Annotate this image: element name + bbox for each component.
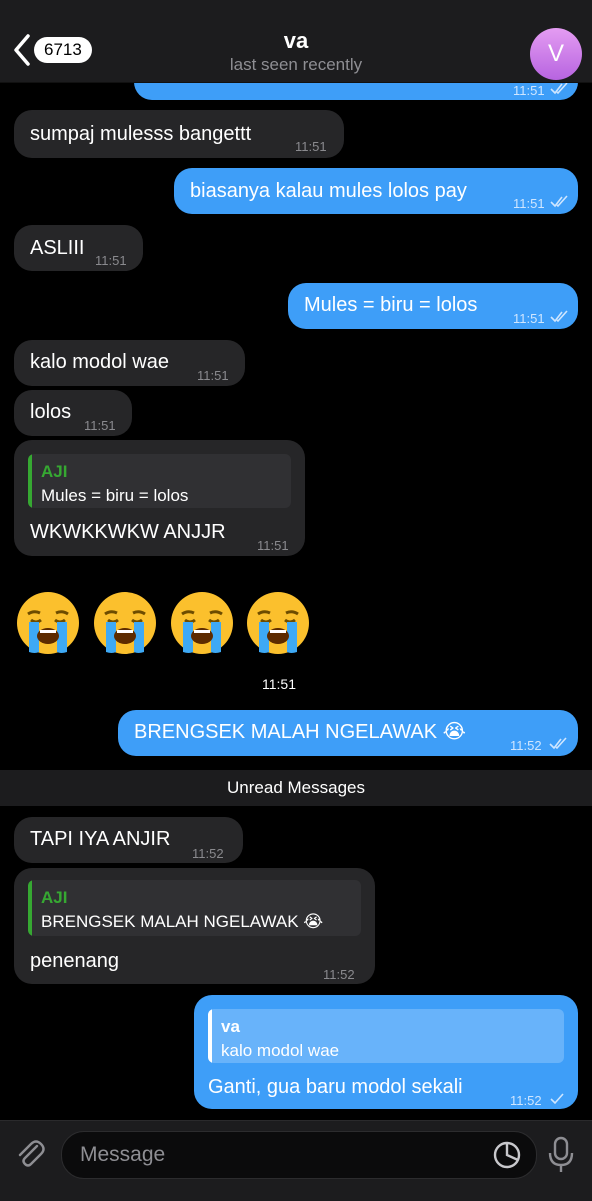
message-time: 11:51	[513, 311, 545, 326]
read-ticks-icon	[550, 195, 568, 208]
chat-header: 6713 va last seen recently V	[0, 0, 592, 83]
reply-accent-bar	[208, 1009, 212, 1063]
message-time: 11:51	[295, 139, 327, 154]
chat-status: last seen recently	[229, 55, 363, 74]
reply-sender-name: AJI	[41, 888, 68, 907]
chat-title[interactable]: va	[0, 28, 592, 54]
message-bubble-outgoing[interactable]: BRENGSEK MALAH NGELAWAK 😭 11:52	[118, 710, 578, 756]
message-input[interactable]: Message	[61, 1131, 537, 1179]
message-time: 11:52	[192, 846, 224, 861]
message-input-bar: Message	[0, 1120, 592, 1201]
reply-text: BRENGSEK MALAH NGELAWAK 😭	[41, 912, 324, 931]
read-ticks-icon	[549, 737, 567, 750]
unread-messages-divider: Unread Messages	[0, 770, 592, 806]
message-text: penenang	[30, 950, 119, 972]
reply-quote[interactable]: AJI Mules = biru = lolos	[28, 454, 291, 508]
message-text: Ganti, gua baru modol sekali	[208, 1076, 463, 1098]
message-time: 11:52	[510, 1093, 542, 1108]
message-bubble-incoming[interactable]: sumpaj mulesss bangettt 11:51	[14, 110, 344, 158]
message-time: 11:52	[323, 967, 355, 982]
reply-quote[interactable]: va kalo modol wae	[208, 1009, 564, 1063]
reply-text: kalo modol wae	[221, 1041, 340, 1060]
message-text: kalo modol wae	[30, 351, 169, 373]
message-text: BRENGSEK MALAH NGELAWAK 😭	[134, 721, 466, 743]
message-time: 11:52	[510, 738, 542, 753]
sent-tick-icon	[550, 1093, 564, 1105]
message-time: 11:51	[257, 538, 289, 553]
reply-accent-bar	[28, 880, 32, 936]
message-bubble-incoming[interactable]: kalo modol wae 11:51	[14, 340, 245, 386]
message-text: sumpaj mulesss bangettt	[30, 123, 252, 145]
loudly-crying-face-icon	[247, 592, 309, 654]
read-ticks-icon	[550, 82, 568, 95]
microphone-icon[interactable]	[546, 1135, 576, 1175]
message-bubble-incoming[interactable]: TAPI IYA ANJIR 11:52	[14, 817, 243, 863]
message-bubble-incoming[interactable]: lolos 11:51	[14, 390, 132, 436]
message-text: lolos	[30, 401, 72, 423]
chat-area[interactable]: HAHAHA 11:51 sumpaj mulesss bangettt 11:…	[0, 0, 592, 1120]
reply-text: Mules = biru = lolos	[41, 486, 189, 505]
reply-accent-bar	[28, 454, 32, 508]
reply-sender-name: AJI	[41, 462, 68, 481]
message-bubble-outgoing[interactable]: biasanya kalau mules lolos pay 11:51	[174, 168, 578, 214]
loudly-crying-face-icon	[94, 592, 156, 654]
message-time: 11:51	[95, 253, 127, 268]
reply-quote[interactable]: AJI BRENGSEK MALAH NGELAWAK 😭	[28, 880, 361, 936]
sticker-icon[interactable]	[492, 1140, 522, 1170]
message-placeholder: Message	[80, 1143, 166, 1166]
loudly-crying-face-icon	[17, 592, 79, 654]
message-time: 11:51	[513, 196, 545, 211]
paperclip-icon[interactable]	[13, 1136, 47, 1170]
emoji-message-time: 11:51	[262, 676, 296, 692]
message-text: biasanya kalau mules lolos pay	[190, 180, 467, 202]
message-text: ASLIII	[30, 237, 85, 259]
message-bubble-outgoing-reply[interactable]: va kalo modol wae Ganti, gua baru modol …	[194, 995, 578, 1109]
message-time: 11:51	[197, 368, 229, 383]
message-text: Mules = biru = lolos	[304, 294, 478, 316]
message-bubble-incoming[interactable]: ASLIII 11:51	[14, 225, 143, 271]
message-bubble-outgoing[interactable]: Mules = biru = lolos 11:51	[288, 283, 578, 329]
message-text: TAPI IYA ANJIR	[30, 828, 171, 850]
message-bubble-incoming-reply[interactable]: AJI BRENGSEK MALAH NGELAWAK 😭 penenang 1…	[14, 868, 375, 984]
message-time: 11:51	[84, 418, 116, 433]
loudly-crying-face-icon	[171, 592, 233, 654]
reply-sender-name: va	[221, 1017, 240, 1036]
avatar[interactable]: V	[530, 28, 582, 80]
message-bubble-incoming-reply[interactable]: AJI Mules = biru = lolos WKWKKWKW ANJJR …	[14, 440, 305, 556]
read-ticks-icon	[550, 310, 568, 323]
message-text: WKWKKWKW ANJJR	[30, 521, 226, 543]
